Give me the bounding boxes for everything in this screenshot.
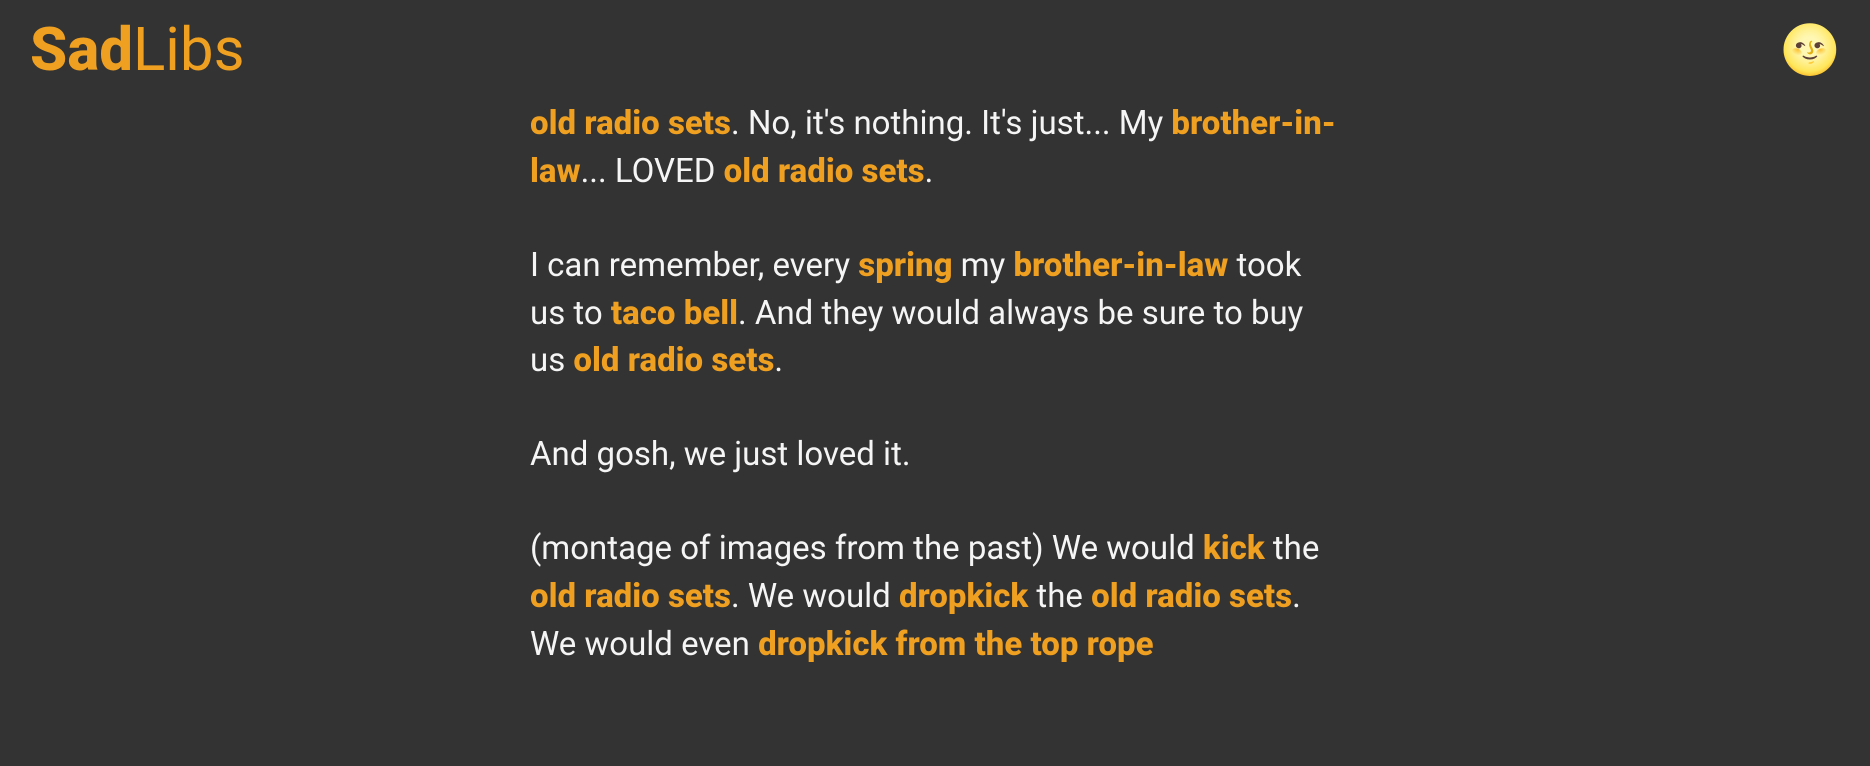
fill-word: brother-in-law xyxy=(1013,246,1228,285)
story-text: . We would xyxy=(731,577,899,616)
fill-word: old radio sets xyxy=(573,341,774,380)
fill-word: old radio sets xyxy=(724,152,925,191)
fill-word: dropkick xyxy=(899,577,1028,616)
fill-word: dropkick from the top rope xyxy=(758,625,1153,664)
logo-light-part: Libs xyxy=(133,14,245,85)
fill-word: kick xyxy=(1203,529,1265,568)
fill-word: taco bell xyxy=(611,294,738,333)
story-text: the xyxy=(1265,529,1320,568)
theme-toggle-icon[interactable]: 🌝 xyxy=(1780,26,1840,74)
fill-word: old radio sets xyxy=(1091,577,1292,616)
story-paragraph-1: old radio sets. No, it's nothing. It's j… xyxy=(530,100,1340,196)
logo-bold-part: Sad xyxy=(30,14,133,85)
header: SadLibs 🌝 xyxy=(0,0,1870,100)
logo[interactable]: SadLibs xyxy=(30,20,245,80)
story-text: And gosh, we just loved it. xyxy=(530,435,911,474)
story-content: old radio sets. No, it's nothing. It's j… xyxy=(510,100,1360,669)
story-paragraph-2: I can remember, every spring my brother-… xyxy=(530,242,1340,386)
fill-word: old radio sets xyxy=(530,104,731,143)
story-text: ... LOVED xyxy=(581,152,724,191)
story-text: my xyxy=(953,246,1014,285)
fill-word: old radio sets xyxy=(530,577,731,616)
story-text: the xyxy=(1028,577,1091,616)
story-paragraph-3: And gosh, we just loved it. xyxy=(530,431,1340,479)
story-text: (montage of images from the past) We wou… xyxy=(530,529,1203,568)
story-text: . xyxy=(774,341,783,380)
story-paragraph-4: (montage of images from the past) We wou… xyxy=(530,525,1340,669)
story-text: . xyxy=(925,152,934,191)
fill-word: spring xyxy=(858,246,952,285)
story-text: . No, it's nothing. It's just... My xyxy=(731,104,1171,143)
story-text: I can remember, every xyxy=(530,246,858,285)
